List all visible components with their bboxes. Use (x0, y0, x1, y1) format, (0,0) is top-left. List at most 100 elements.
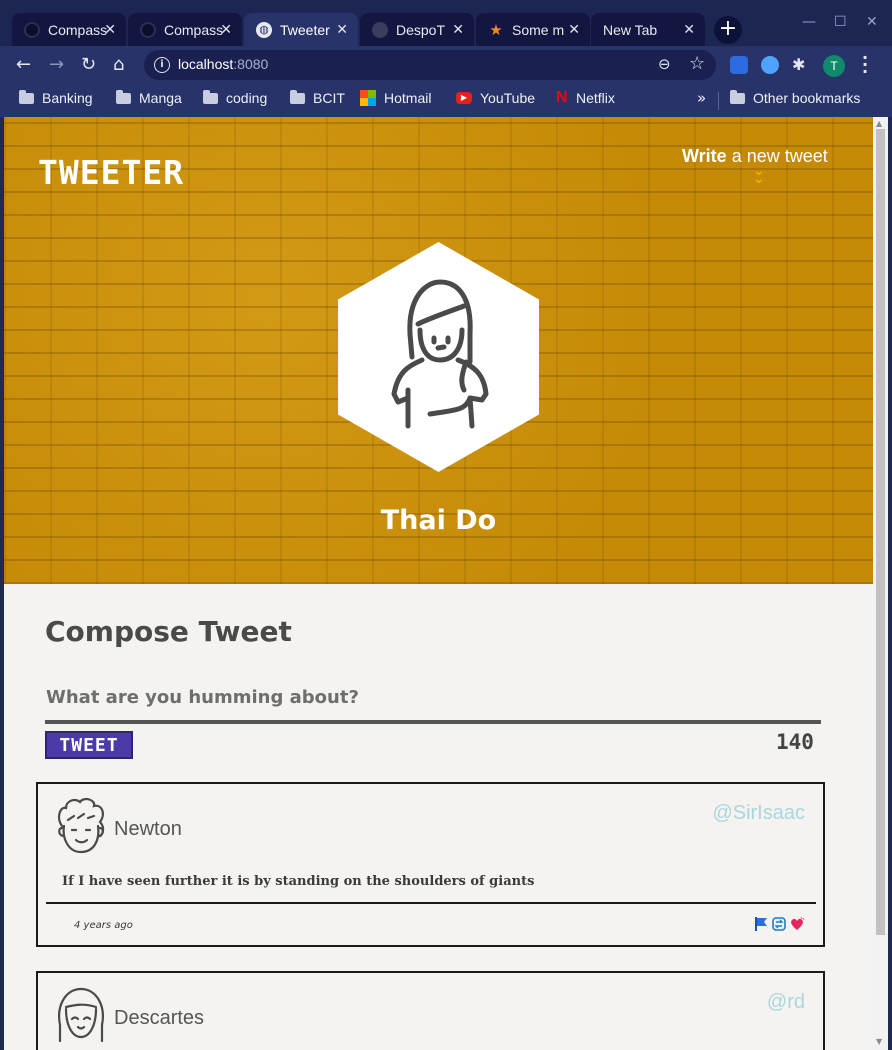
tab-label: DespoT (396, 21, 446, 38)
tweet-author-handle: @rd (766, 991, 805, 1013)
user-avatar-icon (57, 797, 105, 854)
url-text[interactable]: localhost:8080 (178, 56, 268, 72)
tab-label: Tweeter (280, 21, 330, 38)
folder-icon (290, 89, 305, 104)
user-avatar-icon (58, 987, 104, 1043)
bookmark-label: Netflix (576, 90, 615, 106)
bookmark-banking[interactable]: Banking (19, 89, 93, 106)
tweet-author-handle: @SirIsaac (712, 802, 805, 824)
folder-icon (116, 89, 131, 104)
bookmark-netflix[interactable]: N Netflix (556, 89, 615, 107)
bookmark-label: coding (226, 90, 268, 106)
close-icon[interactable]: ✕ (452, 21, 464, 38)
folder-icon (19, 89, 34, 104)
star-icon: ★ (489, 21, 503, 39)
site-logo[interactable]: TWEETER (38, 153, 184, 192)
other-bookmarks[interactable]: Other bookmarks (730, 89, 861, 106)
tab-label: New Tab (603, 21, 658, 38)
bookmark-star-icon[interactable]: ☆ (689, 53, 705, 74)
tab-new[interactable]: New Tab ✕ (591, 13, 705, 46)
compass-extension-icon[interactable] (761, 56, 779, 74)
scroll-down-icon[interactable]: ▼ (876, 1037, 882, 1046)
bookmark-label: Hotmail (384, 90, 432, 106)
scroll-up-icon[interactable]: ▲ (876, 119, 882, 128)
tab-label: Some m (512, 21, 565, 38)
tweet-submit-button[interactable]: TWEET (45, 731, 133, 759)
write-rest-text: a new tweet (726, 146, 828, 166)
tab-some[interactable]: ★ Some m ✕ (476, 13, 590, 46)
new-tab-button[interactable]: + (714, 16, 742, 44)
minimize-icon[interactable]: — (802, 14, 816, 30)
compose-title: Compose Tweet (45, 615, 292, 648)
youtube-icon: ▶ (456, 92, 472, 104)
more-bookmarks-icon[interactable]: » (697, 89, 706, 107)
bookmark-label: BCIT (313, 90, 345, 106)
close-icon[interactable]: ✕ (336, 21, 348, 38)
bookmark-coding[interactable]: coding (203, 89, 268, 106)
forward-icon[interactable]: → (49, 55, 64, 75)
zoom-icon[interactable]: ⊖ (658, 55, 671, 73)
bookmark-label: Manga (139, 90, 182, 106)
maximize-icon[interactable]: ☐ (834, 14, 847, 30)
globe-icon: ◍ (256, 21, 272, 38)
write-bold-text: Write (682, 146, 727, 166)
retweet-icon[interactable] (771, 916, 787, 932)
browser-toolbar: ← → ↻ ⌂ i localhost:8080 ⊖ ☆ ✱ T · · · (0, 46, 892, 84)
close-icon[interactable]: ✕ (568, 21, 580, 38)
double-chevron-down-icon[interactable]: ⌄ ⌄ (753, 164, 765, 186)
close-icon[interactable]: ✕ (220, 21, 232, 38)
bookmark-youtube[interactable]: ▶ YouTube (456, 90, 535, 106)
tweet-divider (46, 902, 816, 904)
folder-icon (730, 89, 745, 104)
tab-despot[interactable]: DespoT ✕ (360, 13, 474, 46)
home-icon[interactable]: ⌂ (113, 55, 124, 75)
bookmark-label: YouTube (480, 90, 536, 106)
back-icon[interactable]: ← (16, 55, 31, 75)
profile-header: TWEETER Write a new tweet ⌄ ⌄ Thai Do (4, 117, 873, 584)
github-icon (24, 21, 40, 38)
tweet-card: Descartes @rd (36, 971, 825, 1050)
tab-strip: Compass ✕ Compass ✕ ◍ Tweeter ✕ DespoT ✕… (0, 0, 892, 46)
shield-extension-icon[interactable] (730, 56, 748, 74)
bookmarks-bar: Banking Manga coding BCIT Hotmail ▶ YouTu… (0, 84, 892, 117)
github-icon (372, 21, 388, 38)
bookmark-bcit[interactable]: BCIT (290, 89, 345, 106)
tweet-text-input[interactable] (45, 674, 821, 724)
tweet-author-name: Newton (114, 818, 182, 840)
heart-icon[interactable] (789, 916, 805, 932)
close-icon[interactable]: ✕ (104, 21, 116, 38)
page-viewport: TWEETER Write a new tweet ⌄ ⌄ Thai Do Co… (4, 117, 873, 1050)
close-icon[interactable]: ✕ (683, 21, 695, 38)
bookmark-hotmail[interactable]: Hotmail (360, 90, 431, 106)
tab-compass-1[interactable]: Compass ✕ (12, 13, 126, 46)
folder-icon (203, 89, 218, 104)
profile-name: Thai Do (380, 505, 497, 536)
tab-compass-2[interactable]: Compass ✕ (128, 13, 242, 46)
tweet-card: Newton @SirIsaac If I have seen further … (36, 782, 825, 947)
scrollbar-thumb[interactable] (876, 129, 885, 935)
tweet-actions (753, 916, 805, 932)
flag-icon[interactable] (753, 916, 769, 932)
bookmark-manga[interactable]: Manga (116, 89, 182, 106)
tweet-author-name: Descartes (114, 1007, 205, 1029)
address-bar[interactable]: i localhost:8080 ⊖ ☆ (144, 50, 716, 80)
netflix-icon: N (556, 89, 568, 106)
tab-label: Compass (48, 21, 108, 38)
bookmark-label: Other bookmarks (753, 90, 861, 106)
tweet-timestamp: 4 years ago (74, 920, 133, 931)
reload-icon[interactable]: ↻ (81, 55, 96, 75)
close-window-icon[interactable]: ✕ (866, 14, 878, 30)
site-info-icon[interactable]: i (154, 57, 170, 73)
bookmark-label: Banking (42, 90, 93, 106)
tweet-text: If I have seen further it is by standing… (62, 874, 535, 889)
profile-avatar[interactable]: T (823, 55, 845, 77)
character-counter: 140 (776, 730, 814, 754)
menu-icon[interactable]: · · · (862, 50, 868, 80)
microsoft-icon (360, 90, 376, 106)
tab-label: Compass (164, 21, 224, 38)
avatar (338, 242, 539, 472)
github-icon (140, 21, 156, 38)
tab-tweeter[interactable]: ◍ Tweeter ✕ (244, 13, 358, 46)
page-scrollbar[interactable]: ▲ ▼ (873, 117, 888, 1050)
extensions-icon[interactable]: ✱ (792, 55, 805, 75)
